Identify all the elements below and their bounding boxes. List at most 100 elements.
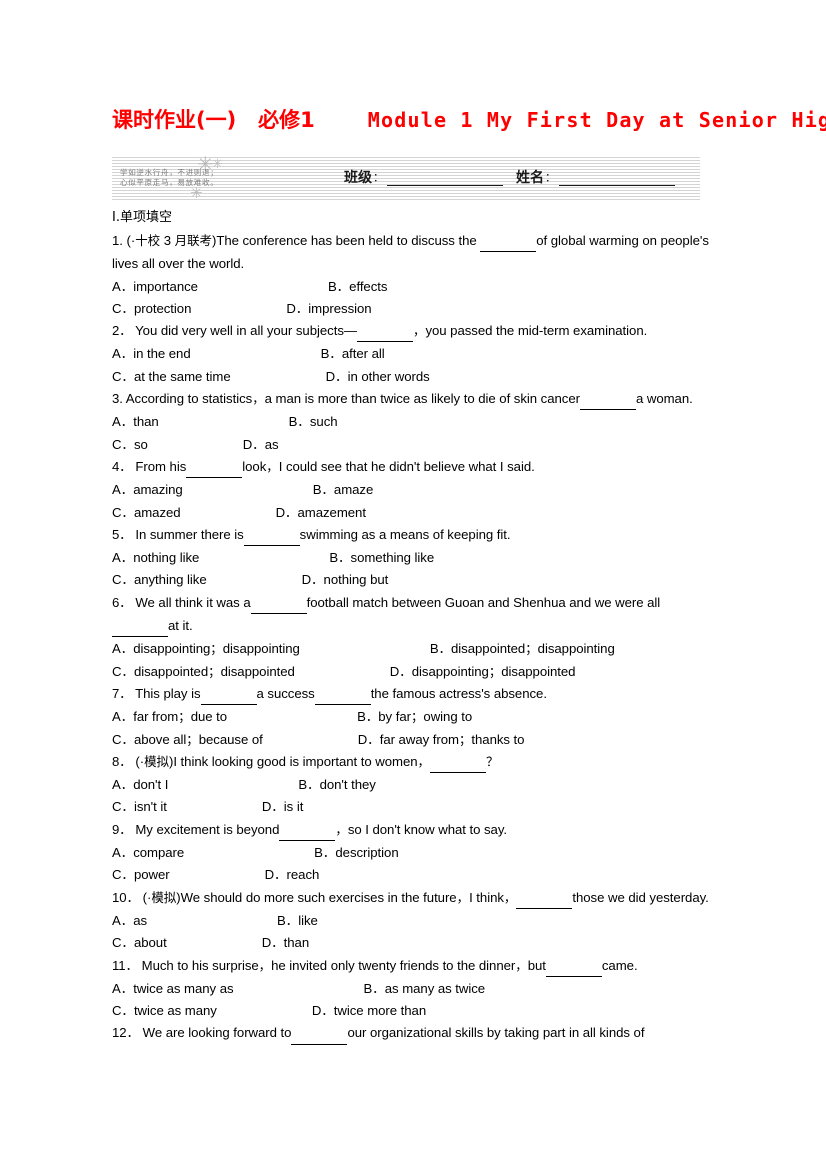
option-choice[interactable]: D．impression (286, 301, 371, 316)
option-choice[interactable]: B．by far；owing to (357, 709, 472, 724)
section-heading: Ⅰ.单项填空 (112, 210, 172, 225)
option-choice[interactable]: A．far from；due to (112, 709, 227, 724)
class-field-label: 班级 (344, 170, 372, 186)
option-choice[interactable]: D．than (262, 935, 309, 950)
motto-text: 学如逆水行舟，不进则退； 心似平原走马，易放难收。 (120, 168, 360, 188)
question-stem: 12． We are looking forward to our organi… (112, 1022, 712, 1045)
answer-blank[interactable] (480, 229, 537, 253)
option-choice[interactable]: B．like (277, 913, 318, 928)
answer-blank[interactable] (291, 1021, 348, 1045)
option-row: A．disappointing；disappointing B．disappoin… (112, 638, 712, 660)
option-choice[interactable]: C．twice as many (112, 1003, 217, 1018)
class-field-colon: ： (373, 171, 384, 184)
question-stem: 2． You did very well in all your subject… (112, 320, 712, 343)
name-input[interactable] (559, 170, 675, 186)
option-choice[interactable]: D．far away from；thanks to (358, 732, 525, 747)
option-choice[interactable]: C．above all；because of (112, 732, 263, 747)
worksheet-page: 课时作业(一) 必修1 Module 1 My First Day at Sen… (0, 0, 826, 1169)
option-choice[interactable]: C．anything like (112, 572, 207, 587)
option-row: C．twice as many D．twice more than (112, 1000, 712, 1022)
question-stem: 9． My excitement is beyond ，so I don't k… (112, 819, 712, 842)
answer-blank[interactable] (579, 387, 636, 411)
option-row: C．about D．than (112, 932, 712, 954)
question-stem: 11． Much to his surprise，he invited only… (112, 955, 712, 978)
option-choice[interactable]: C．about (112, 935, 167, 950)
answer-blank[interactable] (516, 886, 573, 909)
answer-blank[interactable] (250, 591, 307, 615)
option-choice[interactable]: A．amazing (112, 482, 183, 497)
option-row: A．don't I B．don't they (112, 774, 712, 796)
title-module-label: Module 1 My First Day at Senior High (367, 108, 826, 132)
option-choice[interactable]: D．in other words (326, 369, 430, 384)
option-row: A．amazing B．amaze (112, 479, 712, 501)
option-choice[interactable]: B．don't they (298, 777, 376, 792)
option-choice[interactable]: D．is it (262, 799, 304, 814)
option-choice[interactable]: C．protection (112, 301, 191, 316)
question-stem: 6． We all think it was a football match … (112, 592, 712, 639)
option-row: A．than B．such (112, 411, 712, 433)
question-stem: 8． (·模拟)I think looking good is importan… (112, 751, 712, 774)
motto-line-2: 心似平原走马，易放难收。 (120, 178, 219, 187)
question-stem: 5． In summer there is swimming as a mean… (112, 524, 712, 547)
option-choice[interactable]: A．than (112, 414, 159, 429)
option-choice[interactable]: D．amazement (276, 505, 366, 520)
option-choice[interactable]: B．description (314, 845, 398, 860)
option-choice[interactable]: C．isn't it (112, 799, 167, 814)
option-choice[interactable]: C．amazed (112, 505, 181, 520)
answer-blank[interactable] (357, 319, 413, 343)
option-choice[interactable]: A．compare (112, 845, 184, 860)
option-row: C．amazed D．amazement (112, 502, 712, 524)
option-choice[interactable]: A．twice as many as (112, 981, 234, 996)
option-choice[interactable]: A．disappointing；disappointing (112, 641, 300, 656)
option-choice[interactable]: C．disappointed；disappointed (112, 664, 295, 679)
option-row: C．protection D．impression (112, 298, 712, 320)
option-choice[interactable]: B．disappointed；disappointing (430, 641, 615, 656)
option-choice[interactable]: B．something like (329, 550, 434, 565)
answer-blank[interactable] (112, 614, 168, 638)
name-field-colon: ： (545, 171, 556, 184)
student-info-banner: ✳ ✳ ✳ 学如逆水行舟，不进则退； 心似平原走马，易放难收。 班级： 姓名： (112, 154, 700, 201)
option-choice[interactable]: A．importance (112, 279, 198, 294)
exercise-content: Ⅰ.单项填空 1. (·十校 3 月联考)The conference has … (112, 207, 712, 1046)
option-row: C．disappointed；disappointed D．disappointi… (112, 661, 712, 683)
option-choice[interactable]: B．such (289, 414, 338, 429)
option-row: A．in the end B．after all (112, 343, 712, 365)
option-choice[interactable]: D．nothing but (302, 572, 389, 587)
question-list: 1. (·十校 3 月联考)The conference has been he… (112, 230, 712, 1046)
answer-blank[interactable] (545, 954, 602, 977)
answer-blank[interactable] (186, 455, 243, 479)
option-choice[interactable]: B．amaze (313, 482, 374, 497)
option-row: C．power D．reach (112, 864, 712, 886)
question-stem: 1. (·十校 3 月联考)The conference has been he… (112, 230, 712, 276)
option-choice[interactable]: D．disappointing；disappointed (390, 664, 576, 679)
answer-blank[interactable] (200, 682, 257, 706)
option-choice[interactable]: B．after all (321, 346, 385, 361)
option-choice[interactable]: D．twice more than (312, 1003, 426, 1018)
option-choice[interactable]: B．as many as twice (364, 981, 486, 996)
option-choice[interactable]: A．don't I (112, 777, 168, 792)
answer-blank[interactable] (314, 682, 371, 706)
question-stem: 3. According to statistics，a man is more… (112, 388, 712, 411)
option-row: C．above all；because of D．far away from；th… (112, 729, 712, 751)
question-stem: 10． (·模拟)We should do more such exercise… (112, 887, 712, 910)
option-row: C．so D．as (112, 434, 712, 456)
class-field-group: 班级： (344, 170, 503, 186)
option-choice[interactable]: D．reach (265, 867, 320, 882)
option-choice[interactable]: D．as (243, 437, 279, 452)
option-choice[interactable]: C．at the same time (112, 369, 231, 384)
answer-blank[interactable] (279, 818, 336, 842)
option-choice[interactable]: A．in the end (112, 346, 191, 361)
class-input[interactable] (387, 170, 503, 186)
answer-blank[interactable] (243, 523, 300, 547)
option-choice[interactable]: B．effects (328, 279, 388, 294)
option-choice[interactable]: A．nothing like (112, 550, 199, 565)
option-choice[interactable]: A．as (112, 913, 147, 928)
option-choice[interactable]: C．so (112, 437, 148, 452)
option-row: A．twice as many as B．as many as twice (112, 978, 712, 1000)
motto-line-1: 学如逆水行舟，不进则退； (120, 168, 219, 177)
title-assignment-label: 课时作业(一) (112, 108, 237, 132)
option-row: A．compare B．description (112, 842, 712, 864)
answer-blank[interactable] (429, 750, 486, 774)
option-choice[interactable]: C．power (112, 867, 170, 882)
question-stem: 4． From his look，I could see that he did… (112, 456, 712, 479)
